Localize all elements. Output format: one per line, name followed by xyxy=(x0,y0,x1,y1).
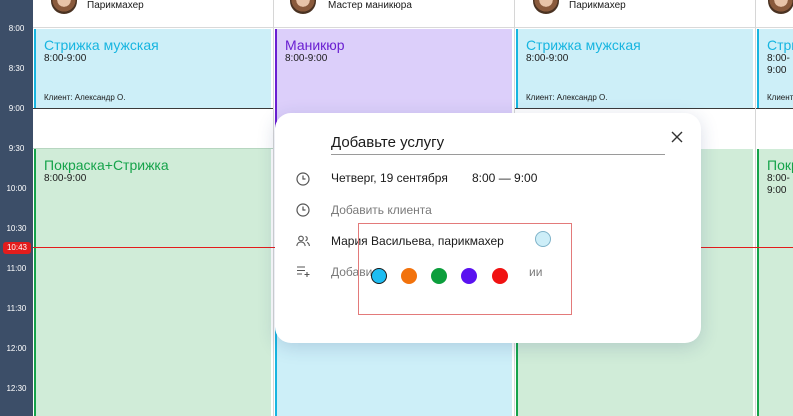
event-time: 8:00-9:00 xyxy=(44,173,87,184)
clock-icon xyxy=(296,203,310,217)
column-title: Парикмахер xyxy=(569,0,626,11)
event-client: Клиент: Александр О. xyxy=(526,93,608,102)
time-label: 12:30 xyxy=(6,384,27,393)
event-client: Клиент: Александр О. xyxy=(767,93,793,102)
people-icon xyxy=(296,235,310,247)
column-header: Парикмахер xyxy=(33,0,273,28)
event-title: Маникюр xyxy=(285,37,345,53)
selected-color-swatch[interactable] xyxy=(535,231,551,247)
color-option-orange[interactable] xyxy=(401,268,417,284)
time-label: 10:00 xyxy=(6,184,27,193)
column-separator xyxy=(273,0,274,416)
appointment-date[interactable]: Четверг, 19 сентября xyxy=(331,171,448,185)
time-label: 9:30 xyxy=(8,144,25,153)
event-client: Клиент: Александр О. xyxy=(44,93,126,102)
close-icon[interactable] xyxy=(669,129,685,145)
event-title: Стрижка мужская xyxy=(767,37,793,53)
avatar xyxy=(51,0,77,14)
time-column: 8:00 8:30 9:00 9:30 10:00 10:30 11:00 11… xyxy=(0,0,33,416)
column-header: Парикмахер xyxy=(515,0,755,28)
avatar xyxy=(533,0,559,14)
column-title: Парикмахер xyxy=(87,0,144,11)
slot-divider xyxy=(33,108,273,109)
avatar xyxy=(290,0,316,14)
clock-icon xyxy=(296,172,310,186)
time-label: 8:00 xyxy=(8,24,25,33)
service-input[interactable] xyxy=(331,131,665,155)
column-separator xyxy=(755,0,756,416)
event-time: 8:00-9:00 xyxy=(285,53,328,64)
slot-divider xyxy=(514,108,793,109)
column-header xyxy=(756,0,793,28)
color-option-red[interactable] xyxy=(492,268,508,284)
time-label: 10:30 xyxy=(6,224,27,233)
calendar-event[interactable]: Стрижка мужская 8:00-9:00 Клиент: Алекса… xyxy=(516,29,753,108)
time-label: 11:00 xyxy=(6,264,27,273)
column-header: Мастер маникюра xyxy=(274,0,514,28)
avatar xyxy=(768,0,793,14)
current-time-badge: 10:43 xyxy=(3,242,31,254)
time-label: 11:30 xyxy=(6,304,27,313)
calendar-event[interactable]: Стрижка мужская 8:00-9:00 Клиент: Алекса… xyxy=(34,29,271,108)
time-label: 8:30 xyxy=(8,64,25,73)
event-title: Стрижка мужская xyxy=(44,37,159,53)
slot-divider xyxy=(33,148,273,149)
event-time: 8:00-9:00 xyxy=(767,173,790,196)
playlist-add-icon xyxy=(297,266,310,277)
appointment-time[interactable]: 8:00 — 9:00 xyxy=(472,171,537,185)
event-title: Покраска+Стрижка xyxy=(44,157,169,173)
color-option-purple[interactable] xyxy=(461,268,477,284)
event-time: 8:00-9:00 xyxy=(767,53,790,76)
calendar-event[interactable]: Покраска+Стрижка 8:00-9:00 xyxy=(757,149,793,416)
event-title: Стрижка мужская xyxy=(526,37,641,53)
add-client-link[interactable]: Добавить клиента xyxy=(331,203,432,217)
color-option-light-blue[interactable] xyxy=(371,268,387,284)
time-label: 9:00 xyxy=(8,104,25,113)
time-label: 12:00 xyxy=(6,344,27,353)
color-option-green[interactable] xyxy=(431,268,447,284)
calendar-event[interactable]: Стрижка мужская 8:00-9:00 Клиент: Алекса… xyxy=(757,29,793,108)
event-time: 8:00-9:00 xyxy=(526,53,569,64)
column-title: Мастер маникюра xyxy=(328,0,412,11)
event-title: Покраска+Стрижка xyxy=(767,157,793,173)
calendar-event[interactable]: Покраска+Стрижка 8:00-9:00 xyxy=(34,149,271,416)
event-time: 8:00-9:00 xyxy=(44,53,87,64)
